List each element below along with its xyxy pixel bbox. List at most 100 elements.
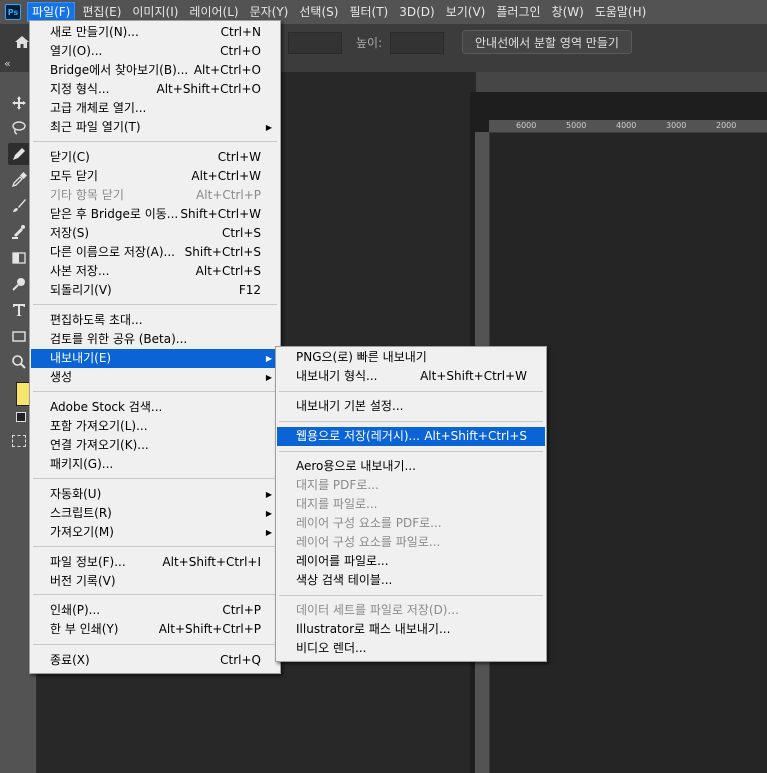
file-menu-item-label: 닫은 후 Bridge로 이동...	[50, 207, 179, 221]
file-menu-item-label: 열기(O)...	[50, 44, 103, 58]
file-menu-item[interactable]: Bridge에서 찾아보기(B)... Alt+Ctrl+O	[31, 61, 279, 80]
file-menu-item[interactable]: 생성 ▶	[31, 368, 279, 387]
swap-colors-icon[interactable]	[16, 412, 26, 422]
file-menu-item-shortcut: Ctrl+S	[221, 226, 261, 240]
file-menu-item[interactable]: 지정 형식... Alt+Shift+Ctrl+O	[31, 80, 279, 99]
menu-separator	[279, 595, 543, 596]
export-submenu-item[interactable]: 내보내기 기본 설정...	[277, 397, 545, 416]
photoshop-logo: Ps	[5, 4, 21, 20]
menu-image[interactable]: 이미지(I)	[128, 2, 182, 22]
export-submenu-item-shortcut: Alt+Shift+Ctrl+S	[424, 429, 527, 443]
menu-window[interactable]: 창(W)	[548, 2, 588, 22]
menu-layer[interactable]: 레이어(L)	[185, 2, 242, 22]
menu-file[interactable]: 파일(F)	[27, 2, 76, 22]
menu-type[interactable]: 문자(Y)	[246, 2, 293, 22]
menu-3d[interactable]: 3D(D)	[395, 2, 438, 22]
file-menu-item[interactable]: 닫은 후 Bridge로 이동... Shift+Ctrl+W	[31, 205, 279, 224]
file-menu-item[interactable]: 저장(S) Ctrl+S	[31, 224, 279, 243]
export-submenu-item[interactable]: 내보내기 형식... Alt+Shift+Ctrl+W	[277, 367, 545, 386]
menu-view[interactable]: 보기(V)	[442, 2, 490, 22]
export-submenu-item[interactable]: 대지를 PDF로...	[277, 476, 545, 495]
file-menu-item[interactable]: 모두 닫기 Alt+Ctrl+W	[31, 167, 279, 186]
export-submenu-item[interactable]: 비디오 렌더...	[277, 639, 545, 658]
menu-plugins[interactable]: 플러그인	[492, 2, 544, 22]
menu-edit[interactable]: 편집(E)	[78, 2, 125, 22]
export-submenu-item[interactable]: 레이어 구성 요소를 PDF로...	[277, 514, 545, 533]
zoom-icon[interactable]	[8, 351, 30, 373]
file-menu-item-shortcut: Ctrl+O	[220, 44, 261, 58]
file-menu-item-label: Adobe Stock 검색...	[50, 400, 163, 414]
file-menu-item[interactable]: 편집하도록 초대...	[31, 311, 279, 330]
export-submenu-item[interactable]: 데이터 세트를 파일로 저장(D)...	[277, 601, 545, 620]
file-menu-item-label: 생성	[50, 370, 73, 384]
export-submenu-item[interactable]: 레이어를 파일로...	[277, 552, 545, 571]
file-menu-item[interactable]: 최근 파일 열기(T) ▶	[31, 118, 279, 137]
file-menu-item[interactable]: 새로 만들기(N)... Ctrl+N	[31, 23, 279, 42]
clone-stamp-icon[interactable]	[8, 221, 30, 243]
file-menu-item-shortcut: Alt+Shift+Ctrl+I	[162, 555, 261, 569]
home-icon[interactable]	[14, 34, 30, 50]
export-submenu-item-label: 레이어 구성 요소를 파일로...	[296, 535, 441, 549]
file-menu-item[interactable]: 사본 저장... Alt+Ctrl+S	[31, 262, 279, 281]
export-submenu-item[interactable]: 레이어 구성 요소를 파일로...	[277, 533, 545, 552]
file-menu-item[interactable]: 종료(X) Ctrl+Q	[31, 651, 279, 670]
gradient-icon[interactable]	[8, 247, 30, 269]
file-menu-item-label: 고급 개체로 열기...	[50, 101, 147, 115]
width-field[interactable]	[288, 32, 342, 54]
file-menu-item[interactable]: 다른 이름으로 저장(A)... Shift+Ctrl+S	[31, 243, 279, 262]
file-menu-item[interactable]: 자동화(U) ▶	[31, 485, 279, 504]
slices-from-guides-button[interactable]: 안내선에서 분할 영역 만들기	[462, 30, 632, 54]
collapse-panel-icon[interactable]: «	[4, 57, 11, 70]
menu-select[interactable]: 선택(S)	[295, 2, 342, 22]
menu-separator	[279, 451, 543, 452]
export-submenu-item[interactable]: Illustrator로 패스 내보내기...	[277, 620, 545, 639]
export-submenu-item-label: 비디오 렌더...	[296, 641, 367, 655]
file-menu-item-label: Bridge에서 찾아보기(B)...	[50, 63, 189, 77]
menu-help[interactable]: 도움말(H)	[591, 2, 651, 22]
export-submenu-item[interactable]: 웹용으로 저장(레거시)... Alt+Shift+Ctrl+S	[277, 427, 545, 446]
submenu-arrow-icon: ▶	[265, 354, 272, 363]
file-menu-item[interactable]: 가져오기(M) ▶	[31, 523, 279, 542]
menu-filter[interactable]: 필터(T)	[345, 2, 392, 22]
eyedropper-icon[interactable]	[8, 169, 30, 191]
quick-mask-icon[interactable]	[12, 435, 26, 447]
file-menu-item-shortcut: Alt+Ctrl+P	[196, 188, 261, 202]
file-menu-item-shortcut: Ctrl+P	[222, 603, 261, 617]
file-menu-item[interactable]: 포함 가져오기(L)...	[31, 417, 279, 436]
file-menu-item-shortcut: Alt+Ctrl+S	[195, 264, 261, 278]
file-menu-item[interactable]: 버전 기록(V)	[31, 572, 279, 591]
file-menu-item[interactable]: 내보내기(E) ▶	[31, 349, 279, 368]
brush-icon[interactable]	[8, 195, 30, 217]
file-menu-item[interactable]: 연결 가져오기(K)...	[31, 436, 279, 455]
file-menu-item[interactable]: 패키지(G)...	[31, 455, 279, 474]
file-menu-item[interactable]: Adobe Stock 검색...	[31, 398, 279, 417]
export-submenu-item[interactable]: PNG으(로) 빠른 내보내기	[277, 348, 545, 367]
export-submenu-item-label: 웹용으로 저장(레거시)...	[296, 429, 420, 443]
height-field[interactable]	[390, 32, 444, 54]
type-icon[interactable]	[8, 299, 30, 321]
file-menu-item[interactable]: 열기(O)... Ctrl+O	[31, 42, 279, 61]
file-menu-item[interactable]: 스크립트(R) ▶	[31, 504, 279, 523]
move-icon[interactable]	[8, 92, 30, 114]
file-menu-item-label: 버전 기록(V)	[50, 574, 116, 588]
file-menu-item[interactable]: 파일 정보(F)... Alt+Shift+Ctrl+I	[31, 553, 279, 572]
rectangle-icon[interactable]	[8, 325, 30, 347]
file-menu-item[interactable]: 기타 항목 닫기 Alt+Ctrl+P	[31, 186, 279, 205]
file-menu-item-shortcut: Ctrl+N	[220, 25, 261, 39]
file-menu-item[interactable]: 닫기(C) Ctrl+W	[31, 148, 279, 167]
export-submenu-item[interactable]: 대지를 파일로...	[277, 495, 545, 514]
pen-icon[interactable]	[8, 143, 30, 165]
file-menu-item[interactable]: 한 부 인쇄(Y) Alt+Shift+Ctrl+P	[31, 620, 279, 639]
ruler-tick: 3000	[666, 121, 687, 130]
file-menu-item-shortcut: Alt+Ctrl+W	[191, 169, 261, 183]
dodge-icon[interactable]	[8, 273, 30, 295]
file-menu-item[interactable]: 검토를 위한 공유 (Beta)...	[31, 330, 279, 349]
lasso-icon[interactable]	[8, 117, 30, 139]
file-menu-item[interactable]: 되돌리기(V) F12	[31, 281, 279, 300]
export-submenu-item[interactable]: 색상 검색 테이블...	[277, 571, 545, 590]
file-menu-item[interactable]: 인쇄(P)... Ctrl+P	[31, 601, 279, 620]
export-submenu-item[interactable]: Aero용으로 내보내기...	[277, 457, 545, 476]
export-submenu-item-label: 레이어를 파일로...	[296, 554, 389, 568]
file-menu-item[interactable]: 고급 개체로 열기...	[31, 99, 279, 118]
file-menu-item-label: 패키지(G)...	[50, 457, 114, 471]
